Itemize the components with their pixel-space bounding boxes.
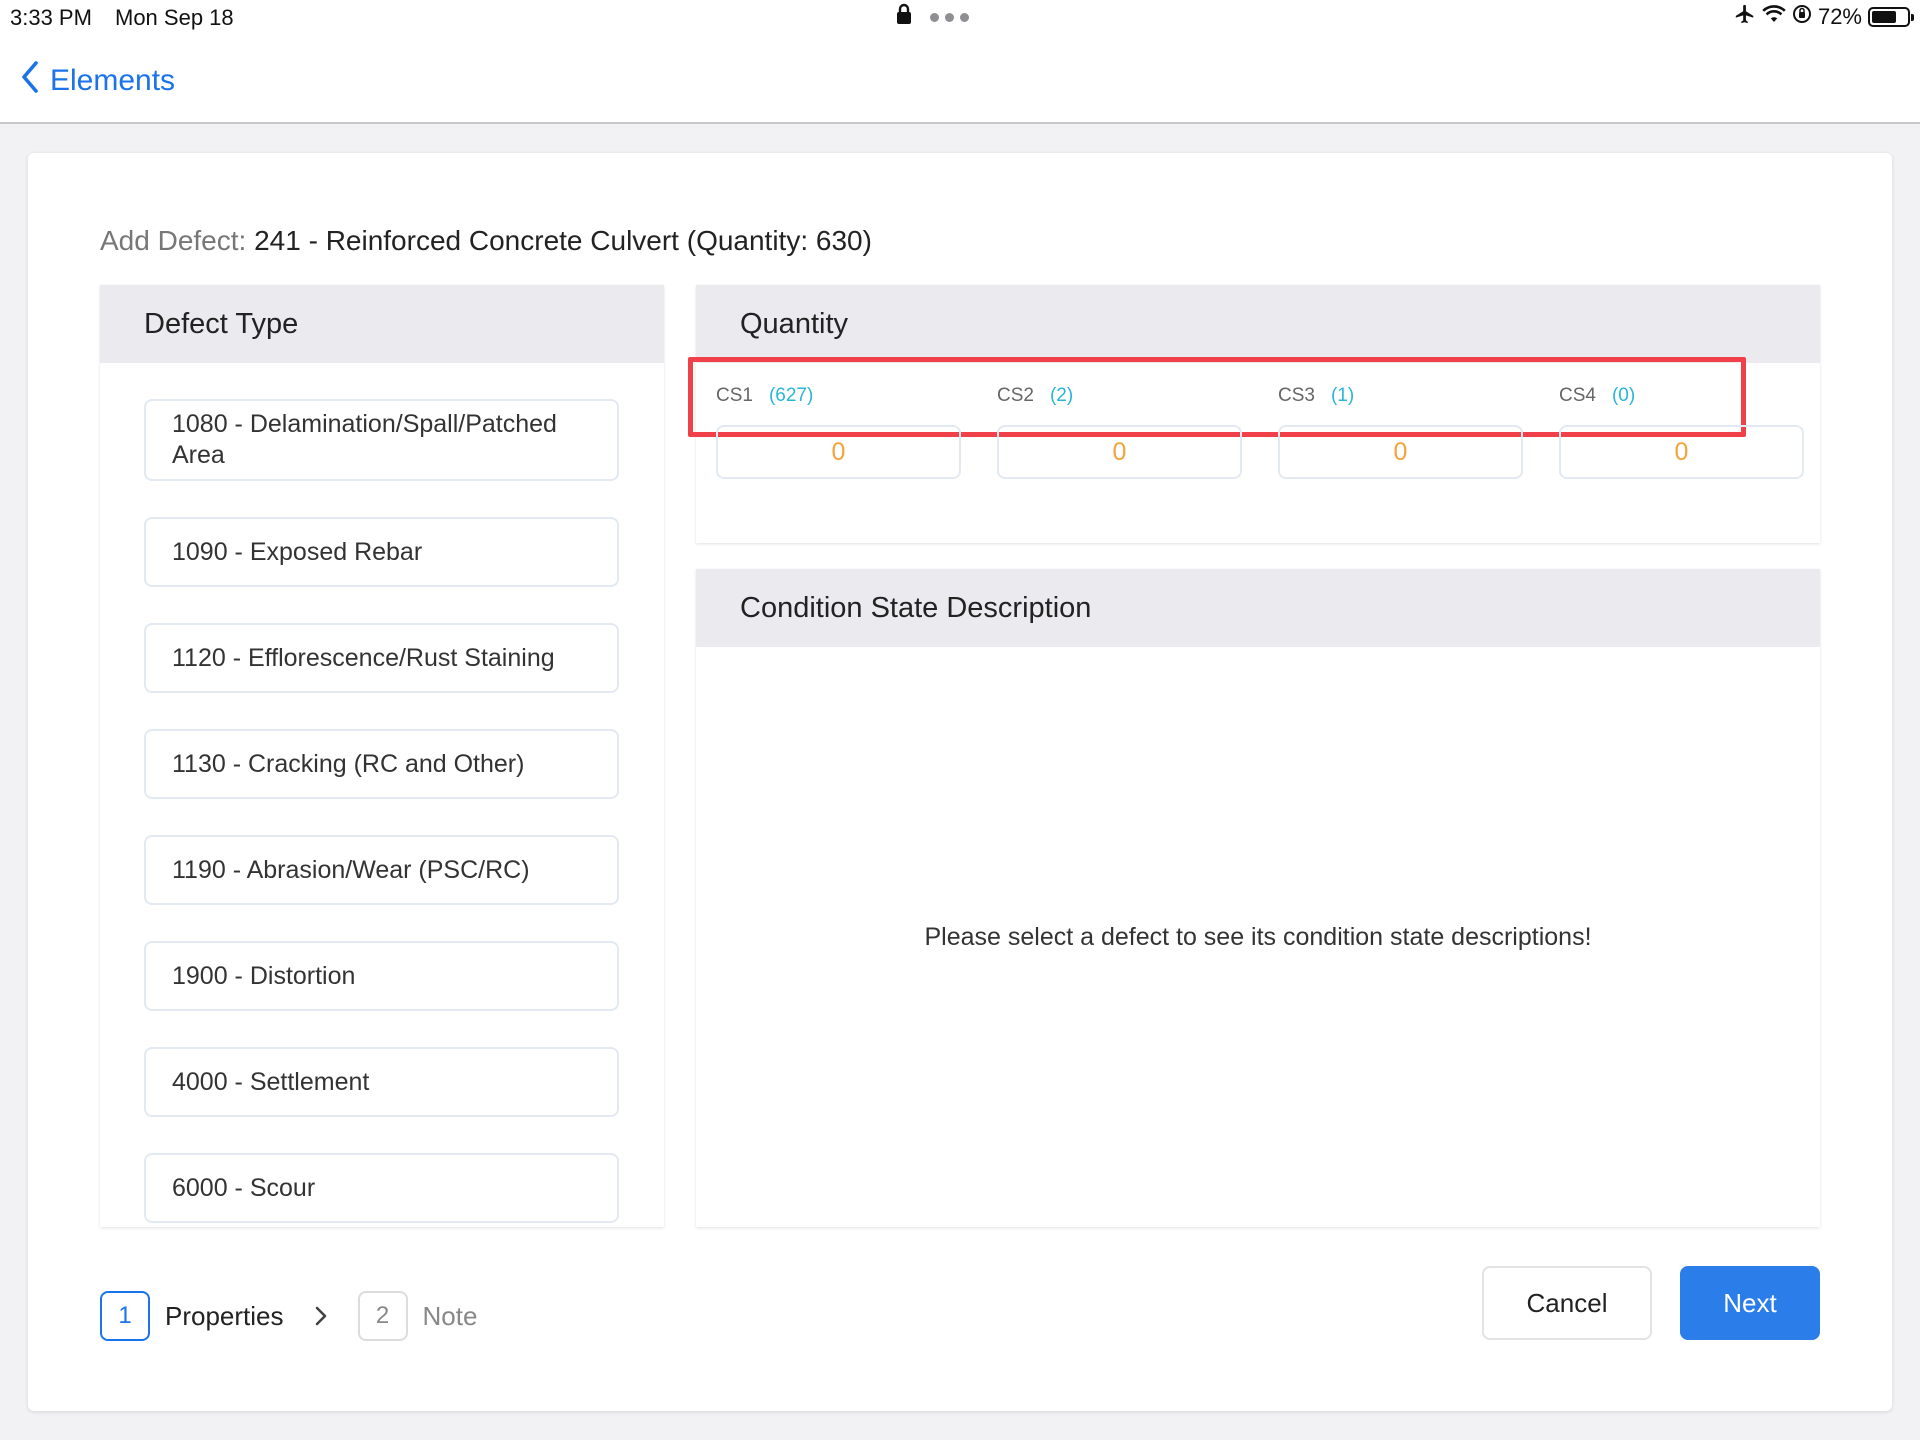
cancel-button[interactable]: Cancel	[1482, 1266, 1652, 1340]
defect-item-1190[interactable]: 1190 - Abrasion/Wear (PSC/RC)	[144, 835, 619, 905]
defect-item-1120[interactable]: 1120 - Efflorescence/Rust Staining	[144, 623, 619, 693]
cs1-label: CS1 (627)	[716, 385, 961, 413]
condition-state-description-panel: Condition State Description Please selec…	[696, 569, 1820, 1227]
defect-item-label: 1900 - Distortion	[172, 961, 356, 990]
cs2-label: CS2 (2)	[997, 385, 1242, 413]
defect-item-1090[interactable]: 1090 - Exposed Rebar	[144, 517, 619, 587]
chevron-right-icon	[314, 1305, 328, 1327]
defect-item-1080[interactable]: 1080 - Delamination/Spall/Patched Area	[144, 399, 619, 481]
quantity-panel: Quantity CS1 (627) 0 CS2 (2) 0 CS3 (1) 0	[688, 285, 1820, 543]
condition-state-row: CS1 (627) 0 CS2 (2) 0 CS3 (1) 0 CS4 (0)	[688, 357, 1820, 505]
cs-count: (1)	[1330, 385, 1355, 406]
cs4-column: CS4 (0) 0	[1559, 385, 1804, 479]
step-1-number[interactable]: 1	[100, 1291, 150, 1341]
step-indicator: 1 Properties 2 Note	[100, 1291, 477, 1341]
step-2-number[interactable]: 2	[357, 1291, 408, 1341]
cs4-quantity-input[interactable]: 0	[1559, 425, 1804, 479]
defect-item-label: 1120 - Efflorescence/Rust Staining	[172, 643, 555, 672]
battery-percent: 72%	[1817, 4, 1862, 29]
nav-bar: Elements	[0, 34, 1920, 124]
defect-item-label: 1190 - Abrasion/Wear (PSC/RC)	[172, 855, 530, 884]
cs-count: (2)	[1049, 385, 1074, 406]
cs2-quantity-input[interactable]: 0	[997, 425, 1242, 479]
cs1-column: CS1 (627) 0	[716, 385, 961, 479]
defect-type-list[interactable]: 1080 - Delamination/Spall/Patched Area 1…	[100, 363, 664, 1223]
next-button[interactable]: Next	[1680, 1266, 1820, 1340]
status-right: 72%	[1734, 3, 1914, 31]
step-2-label[interactable]: Note	[423, 1301, 478, 1332]
cs-name: CS4	[1559, 385, 1596, 406]
cs2-column: CS2 (2) 0	[997, 385, 1242, 479]
description-header: Condition State Description	[696, 569, 1820, 647]
cs-name: CS2	[997, 385, 1034, 406]
defect-item-1900[interactable]: 1900 - Distortion	[144, 941, 619, 1011]
airplane-icon	[1734, 3, 1756, 31]
cs1-quantity-input[interactable]: 0	[716, 425, 961, 479]
status-center	[896, 3, 969, 31]
battery-icon	[1868, 7, 1914, 27]
cs3-column: CS3 (1) 0	[1278, 385, 1523, 479]
cs3-label: CS3 (1)	[1278, 385, 1523, 413]
defect-item-label: 6000 - Scour	[172, 1173, 316, 1202]
orientation-lock-icon	[1792, 4, 1812, 30]
chevron-left-icon	[20, 60, 40, 102]
back-button[interactable]: Elements	[20, 60, 175, 102]
wifi-icon	[1762, 4, 1786, 30]
status-bar: 3:33 PM Mon Sep 18 72%	[0, 0, 1920, 34]
defect-type-header: Defect Type	[100, 285, 664, 363]
quantity-header: Quantity	[696, 285, 1820, 363]
defect-item-label: 1090 - Exposed Rebar	[172, 537, 423, 566]
description-empty-message: Please select a defect to see its condit…	[924, 923, 1592, 951]
step-1-label[interactable]: Properties	[165, 1301, 284, 1332]
cs-count: (627)	[768, 385, 814, 406]
cs3-quantity-input[interactable]: 0	[1278, 425, 1523, 479]
title-prefix: Add Defect:	[100, 225, 247, 256]
cs-count: (0)	[1611, 385, 1636, 406]
cs-name: CS1	[716, 385, 753, 406]
status-time: 3:33 PM	[10, 5, 92, 30]
defect-item-1130[interactable]: 1130 - Cracking (RC and Other)	[144, 729, 619, 799]
cs4-label: CS4 (0)	[1559, 385, 1804, 413]
defect-item-label: 1130 - Cracking (RC and Other)	[172, 749, 525, 778]
battery-level	[1872, 11, 1897, 23]
status-date: Mon Sep 18	[115, 5, 234, 30]
page-title: Add Defect: 241 - Reinforced Concrete Cu…	[100, 225, 872, 257]
defect-type-panel: Defect Type 1080 - Delamination/Spall/Pa…	[100, 285, 664, 1227]
defect-item-label: 4000 - Settlement	[172, 1067, 370, 1096]
lock-icon	[896, 3, 912, 31]
more-dots-icon[interactable]	[930, 12, 969, 22]
title-element: 241 - Reinforced Concrete Culvert (Quant…	[254, 225, 872, 256]
cs-name: CS3	[1278, 385, 1315, 406]
defect-item-4000[interactable]: 4000 - Settlement	[144, 1047, 619, 1117]
back-label: Elements	[50, 64, 176, 97]
defect-item-label: 1080 - Delamination/Spall/Patched Area	[172, 410, 557, 469]
defect-item-6000[interactable]: 6000 - Scour	[144, 1153, 619, 1223]
add-defect-card: Add Defect: 241 - Reinforced Concrete Cu…	[28, 153, 1892, 1411]
